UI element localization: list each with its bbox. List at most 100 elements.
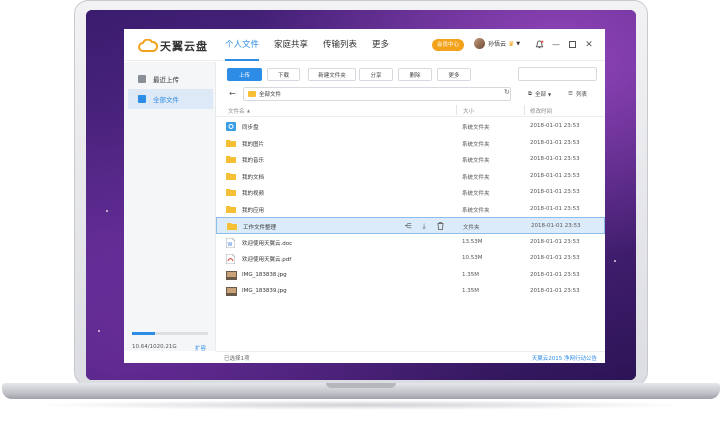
sort-arrow-icon: ▲	[247, 108, 251, 113]
file-name[interactable]: IMG_183838.jpg	[242, 272, 287, 278]
file-name[interactable]: 同步盘	[242, 123, 259, 131]
expand-storage-link[interactable]: 扩容	[195, 344, 206, 352]
file-modified-date: 2018-01-01 23:53	[530, 271, 580, 278]
svg-text:W: W	[228, 242, 233, 248]
table-row[interactable]: IMG_183838.jpg 1.35M 2018-01-01 23:53	[216, 267, 605, 284]
file-name[interactable]: 我的音乐	[242, 156, 264, 164]
folder-icon	[138, 95, 146, 103]
new-folder-button[interactable]: 新建文件夹	[308, 68, 356, 81]
row-actions: ⋲ ⤓	[403, 221, 451, 231]
search-input[interactable]	[518, 67, 597, 81]
tab-more[interactable]: 更多	[372, 29, 389, 61]
share-icon[interactable]: ⋲	[403, 221, 413, 231]
file-name[interactable]: 我的图片	[242, 140, 264, 148]
download-icon[interactable]: ⤓	[419, 221, 429, 231]
avatar	[474, 38, 485, 49]
file-modified-date: 2018-01-01 23:53	[530, 156, 580, 162]
trash-icon[interactable]	[435, 221, 445, 231]
file-modified-date: 2018-01-01 23:53	[530, 139, 580, 146]
current-path: 全部文件	[259, 92, 282, 98]
announcement-link[interactable]: 天翼云2015 净网行动公告	[532, 354, 597, 362]
delete-button[interactable]: 删除	[398, 68, 432, 81]
folder-icon	[226, 188, 236, 196]
path-field[interactable]: 全部文件	[243, 87, 511, 101]
table-row[interactable]: W 欢迎使用天翼云.doc 13.53M 2018-01-01 23:53	[216, 234, 605, 251]
cloud-logo-icon	[138, 39, 158, 52]
pdf-file-icon	[225, 253, 236, 265]
column-header-name[interactable]: 文件名	[228, 107, 245, 115]
table-row[interactable]: 我的图片 系统文件夹 2018-01-01 23:53	[216, 135, 605, 152]
file-name[interactable]: 我的视频	[242, 189, 264, 197]
sidebar-item-all-files[interactable]: 全部文件	[128, 89, 213, 109]
column-header-modified[interactable]: 修改时间	[530, 107, 552, 115]
table-row[interactable]: 工作文件整理 文件夹 2018-01-01 23:53 ⋲ ⤓	[216, 217, 605, 234]
table-row[interactable]: 欢迎使用天翼云.pdf 10.53M 2018-01-01 23:53	[216, 250, 605, 267]
file-modified-date: 2018-01-01 23:53	[530, 189, 580, 195]
tab-personal-files[interactable]: 个人文件	[225, 29, 260, 61]
maximize-button[interactable]	[567, 39, 577, 50]
table-row[interactable]: 我的文档 系统文件夹 2018-01-01 23:53	[216, 168, 605, 185]
file-name[interactable]: IMG_183839.jpg	[242, 288, 287, 294]
storage-quota-text: 10.64/1020.21G	[132, 344, 177, 350]
doc-file-icon: W	[225, 237, 236, 248]
table-row[interactable]: 我的音乐 系统文件夹 2018-01-01 23:53	[216, 151, 605, 168]
folder-icon	[248, 91, 256, 97]
selection-count: 已选择1项	[224, 356, 250, 362]
sync-folder-icon	[226, 122, 236, 131]
file-name[interactable]: 我的文档	[242, 173, 264, 181]
table-row[interactable]: IMG_183839.jpg 1.35M 2018-01-01 23:53	[216, 283, 605, 300]
user-menu[interactable]: 孙悟云 ♛ ▼	[474, 38, 520, 49]
filter-select[interactable]: ⧉ 全部 ▼	[528, 90, 551, 99]
app-logo: 天翼云盘	[138, 38, 208, 54]
view-label: 列表	[575, 92, 587, 98]
folder-icon	[227, 222, 237, 230]
file-name[interactable]: 工作文件整理	[243, 223, 276, 231]
laptop-notch	[326, 383, 396, 388]
back-arrow-icon[interactable]: ←	[229, 89, 236, 98]
sidebar-item-recent-uploads[interactable]: 最近上传	[128, 69, 213, 89]
download-button[interactable]: 下载	[267, 68, 300, 81]
folder-icon	[226, 139, 236, 147]
more-button[interactable]: 更多	[437, 68, 471, 81]
file-name[interactable]: 我的应用	[242, 206, 264, 214]
folder-icon	[226, 172, 236, 180]
cloud-drive-window: 天翼云盘 个人文件 家庭共享 传输列表 更多 会员中心 孙悟云 ♛ ▼ — ✕ …	[124, 29, 605, 363]
toolbar: 上传 下载 新建文件夹 分享 删除 更多	[216, 62, 605, 86]
close-button[interactable]: ✕	[584, 39, 594, 50]
file-modified-date: 2018-01-01 23:53	[531, 223, 581, 229]
member-center-button[interactable]: 会员中心	[432, 39, 465, 51]
file-modified-date: 2018-01-01 23:53	[530, 255, 580, 261]
file-modified-date: 2018-01-01 23:53	[530, 123, 580, 129]
filter-label: 全部	[534, 92, 546, 98]
file-size: 系统文件夹	[462, 141, 490, 148]
view-mode-select[interactable]: ☰ 列表	[568, 90, 587, 98]
image-file-icon	[226, 270, 237, 280]
table-header: 文件名 ▲ 大小 修改时间	[216, 103, 605, 117]
file-size: 文件夹	[463, 225, 480, 231]
table-row[interactable]: 我的应用 系统文件夹 2018-01-01 23:53	[216, 201, 605, 218]
bell-icon[interactable]	[533, 39, 545, 50]
tab-family-share[interactable]: 家庭共享	[274, 29, 308, 61]
file-size: 10.53M	[462, 255, 483, 261]
folder-icon	[226, 205, 236, 213]
file-name[interactable]: 欢迎使用天翼云.doc	[242, 239, 292, 247]
file-size: 13.53M	[462, 238, 483, 245]
folder-icon	[226, 155, 236, 163]
table-row[interactable]: 我的视频 系统文件夹 2018-01-01 23:53	[216, 184, 605, 201]
file-name[interactable]: 欢迎使用天翼云.pdf	[242, 255, 291, 263]
file-modified-date: 2018-01-01 23:53	[530, 288, 580, 294]
refresh-icon[interactable]: ↻	[504, 88, 510, 96]
column-header-size[interactable]: 大小	[463, 107, 474, 115]
upload-button[interactable]: 上传	[227, 68, 262, 81]
minimize-button[interactable]: —	[551, 39, 561, 50]
table-row[interactable]: 同步盘 系统文件夹 2018-01-01 23:53	[216, 118, 605, 135]
storage-quota-fill	[132, 332, 155, 335]
share-button[interactable]: 分享	[359, 68, 393, 81]
app-name: 天翼云盘	[160, 40, 208, 53]
main-nav: 个人文件 家庭共享 传输列表 更多	[225, 29, 404, 61]
file-size: 系统文件夹	[462, 158, 490, 164]
sidebar-item-label: 全部文件	[153, 96, 179, 104]
tab-transfer-list[interactable]: 传输列表	[323, 29, 357, 61]
file-size: 1.35M	[462, 288, 479, 294]
file-modified-date: 2018-01-01 23:53	[530, 172, 580, 179]
